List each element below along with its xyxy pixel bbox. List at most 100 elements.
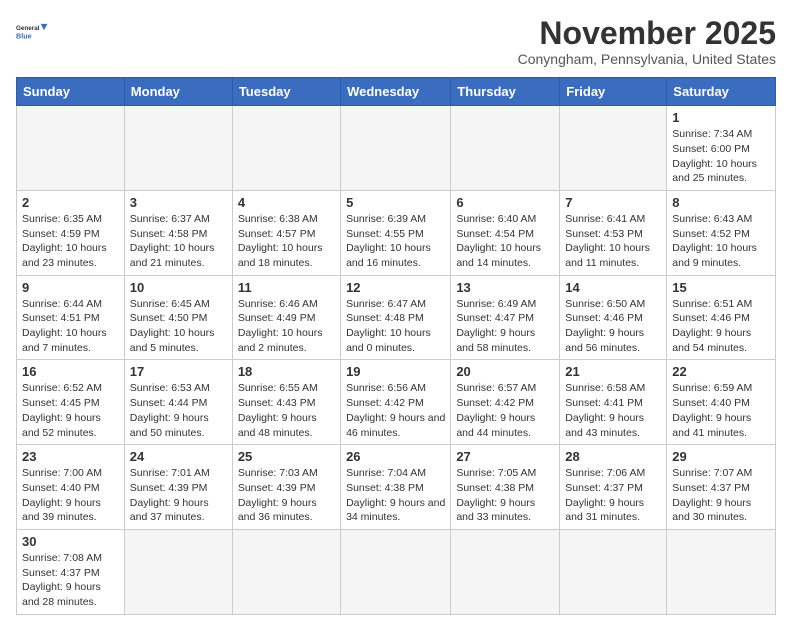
- title-block: November 2025 Conyngham, Pennsylvania, U…: [518, 16, 776, 67]
- day-number: 22: [672, 364, 770, 379]
- day-number: 20: [456, 364, 554, 379]
- calendar-week-row: 30 Sunrise: 7:08 AM Sunset: 4:37 PM Dayli…: [17, 529, 776, 614]
- calendar-cell: 25Sunrise: 7:03 AM Sunset: 4:39 PM Dayli…: [232, 445, 340, 530]
- col-friday: Friday: [560, 78, 667, 106]
- col-saturday: Saturday: [667, 78, 776, 106]
- day-info: Sunrise: 6:40 AM Sunset: 4:54 PM Dayligh…: [456, 212, 554, 271]
- col-sunday: Sunday: [17, 78, 125, 106]
- day-info: Sunrise: 6:59 AM Sunset: 4:40 PM Dayligh…: [672, 381, 770, 440]
- day-number: 8: [672, 195, 770, 210]
- day-number: 16: [22, 364, 119, 379]
- calendar-cell: 23 Sunrise: 7:00 AM Sunset: 4:40 PM Dayli…: [17, 445, 125, 530]
- calendar-week-row: 9 Sunrise: 6:44 AM Sunset: 4:51 PM Daylig…: [17, 275, 776, 360]
- day-number: 17: [130, 364, 227, 379]
- calendar-cell: 24Sunrise: 7:01 AM Sunset: 4:39 PM Dayli…: [124, 445, 232, 530]
- calendar-cell: 12Sunrise: 6:47 AM Sunset: 4:48 PM Dayli…: [341, 275, 451, 360]
- day-info: Sunrise: 6:50 AM Sunset: 4:46 PM Dayligh…: [565, 297, 661, 356]
- day-number: 6: [456, 195, 554, 210]
- day-info: Sunrise: 7:00 AM Sunset: 4:40 PM Dayligh…: [22, 466, 119, 525]
- calendar-week-row: 23 Sunrise: 7:00 AM Sunset: 4:40 PM Dayli…: [17, 445, 776, 530]
- day-number: 28: [565, 449, 661, 464]
- day-number: 13: [456, 280, 554, 295]
- calendar-cell: 14 Sunrise: 6:50 AM Sunset: 4:46 PM Dayli…: [560, 275, 667, 360]
- day-number: 12: [346, 280, 445, 295]
- calendar-cell: [341, 529, 451, 614]
- calendar-cell: [341, 106, 451, 191]
- calendar-cell: [560, 529, 667, 614]
- day-number: 18: [238, 364, 335, 379]
- day-number: 10: [130, 280, 227, 295]
- calendar-body: 1 Sunrise: 7:34 AM Sunset: 6:00 PM Daylig…: [17, 106, 776, 615]
- day-info: Sunrise: 6:39 AM Sunset: 4:55 PM Dayligh…: [346, 212, 445, 271]
- day-info: Sunrise: 7:07 AM Sunset: 4:37 PM Dayligh…: [672, 466, 770, 525]
- day-number: 3: [130, 195, 227, 210]
- calendar-cell: 21Sunrise: 6:58 AM Sunset: 4:41 PM Dayli…: [560, 360, 667, 445]
- calendar-cell: [232, 529, 340, 614]
- day-number: 27: [456, 449, 554, 464]
- calendar-cell: 28 Sunrise: 7:06 AM Sunset: 4:37 PM Dayli…: [560, 445, 667, 530]
- calendar-cell: 11 Sunrise: 6:46 AM Sunset: 4:49 PM Dayli…: [232, 275, 340, 360]
- calendar-cell: [560, 106, 667, 191]
- day-info: Sunrise: 6:38 AM Sunset: 4:57 PM Dayligh…: [238, 212, 335, 271]
- day-info: Sunrise: 6:55 AM Sunset: 4:43 PM Dayligh…: [238, 381, 335, 440]
- calendar-cell: 20Sunrise: 6:57 AM Sunset: 4:42 PM Dayli…: [451, 360, 560, 445]
- calendar-cell: 8Sunrise: 6:43 AM Sunset: 4:52 PM Daylig…: [667, 190, 776, 275]
- day-number: 5: [346, 195, 445, 210]
- day-info: Sunrise: 6:37 AM Sunset: 4:58 PM Dayligh…: [130, 212, 227, 271]
- day-number: 7: [565, 195, 661, 210]
- day-info: Sunrise: 6:41 AM Sunset: 4:53 PM Dayligh…: [565, 212, 661, 271]
- calendar-cell: [451, 529, 560, 614]
- day-info: Sunrise: 6:35 AM Sunset: 4:59 PM Dayligh…: [22, 212, 119, 271]
- day-info: Sunrise: 6:56 AM Sunset: 4:42 PM Dayligh…: [346, 381, 445, 440]
- calendar-cell: 10Sunrise: 6:45 AM Sunset: 4:50 PM Dayli…: [124, 275, 232, 360]
- calendar-cell: 16 Sunrise: 6:52 AM Sunset: 4:45 PM Dayli…: [17, 360, 125, 445]
- calendar-cell: 29Sunrise: 7:07 AM Sunset: 4:37 PM Dayli…: [667, 445, 776, 530]
- day-info: Sunrise: 7:01 AM Sunset: 4:39 PM Dayligh…: [130, 466, 227, 525]
- day-number: 4: [238, 195, 335, 210]
- day-info: Sunrise: 7:34 AM Sunset: 6:00 PM Dayligh…: [672, 127, 770, 186]
- col-monday: Monday: [124, 78, 232, 106]
- day-number: 9: [22, 280, 119, 295]
- day-info: Sunrise: 7:08 AM Sunset: 4:37 PM Dayligh…: [22, 551, 119, 610]
- calendar-cell: 9 Sunrise: 6:44 AM Sunset: 4:51 PM Daylig…: [17, 275, 125, 360]
- day-number: 25: [238, 449, 335, 464]
- col-tuesday: Tuesday: [232, 78, 340, 106]
- day-number: 11: [238, 280, 335, 295]
- calendar-cell: 17Sunrise: 6:53 AM Sunset: 4:44 PM Dayli…: [124, 360, 232, 445]
- svg-text:Blue: Blue: [16, 31, 32, 40]
- day-number: 1: [672, 110, 770, 125]
- day-info: Sunrise: 6:52 AM Sunset: 4:45 PM Dayligh…: [22, 381, 119, 440]
- calendar-cell: 27 Sunrise: 7:05 AM Sunset: 4:38 PM Dayli…: [451, 445, 560, 530]
- calendar-cell: 3 Sunrise: 6:37 AM Sunset: 4:58 PM Daylig…: [124, 190, 232, 275]
- calendar-cell: 2Sunrise: 6:35 AM Sunset: 4:59 PM Daylig…: [17, 190, 125, 275]
- calendar-cell: 13Sunrise: 6:49 AM Sunset: 4:47 PM Dayli…: [451, 275, 560, 360]
- calendar-cell: 26 Sunrise: 7:04 AM Sunset: 4:38 PM Dayli…: [341, 445, 451, 530]
- day-number: 21: [565, 364, 661, 379]
- calendar-cell: 18 Sunrise: 6:55 AM Sunset: 4:43 PM Dayli…: [232, 360, 340, 445]
- generalblue-logo-icon: GeneralBlue: [16, 16, 52, 48]
- day-number: 23: [22, 449, 119, 464]
- calendar-cell: [17, 106, 125, 191]
- calendar-cell: 7 Sunrise: 6:41 AM Sunset: 4:53 PM Daylig…: [560, 190, 667, 275]
- day-info: Sunrise: 6:46 AM Sunset: 4:49 PM Dayligh…: [238, 297, 335, 356]
- calendar-table: Sunday Monday Tuesday Wednesday Thursday…: [16, 77, 776, 615]
- day-number: 14: [565, 280, 661, 295]
- calendar-header-row: Sunday Monday Tuesday Wednesday Thursday…: [17, 78, 776, 106]
- calendar-cell: 15Sunrise: 6:51 AM Sunset: 4:46 PM Dayli…: [667, 275, 776, 360]
- calendar-cell: 5 Sunrise: 6:39 AM Sunset: 4:55 PM Daylig…: [341, 190, 451, 275]
- calendar-week-row: 16 Sunrise: 6:52 AM Sunset: 4:45 PM Dayli…: [17, 360, 776, 445]
- day-info: Sunrise: 6:44 AM Sunset: 4:51 PM Dayligh…: [22, 297, 119, 356]
- col-wednesday: Wednesday: [341, 78, 451, 106]
- day-info: Sunrise: 7:04 AM Sunset: 4:38 PM Dayligh…: [346, 466, 445, 525]
- calendar-cell: 19Sunrise: 6:56 AM Sunset: 4:42 PM Dayli…: [341, 360, 451, 445]
- logo: GeneralBlue: [16, 16, 52, 48]
- calendar-cell: [124, 106, 232, 191]
- day-info: Sunrise: 6:51 AM Sunset: 4:46 PM Dayligh…: [672, 297, 770, 356]
- day-number: 30: [22, 534, 119, 549]
- calendar-week-row: 1 Sunrise: 7:34 AM Sunset: 6:00 PM Daylig…: [17, 106, 776, 191]
- calendar-cell: 22 Sunrise: 6:59 AM Sunset: 4:40 PM Dayli…: [667, 360, 776, 445]
- calendar-cell: 1 Sunrise: 7:34 AM Sunset: 6:00 PM Daylig…: [667, 106, 776, 191]
- day-info: Sunrise: 7:05 AM Sunset: 4:38 PM Dayligh…: [456, 466, 554, 525]
- day-number: 26: [346, 449, 445, 464]
- day-info: Sunrise: 7:06 AM Sunset: 4:37 PM Dayligh…: [565, 466, 661, 525]
